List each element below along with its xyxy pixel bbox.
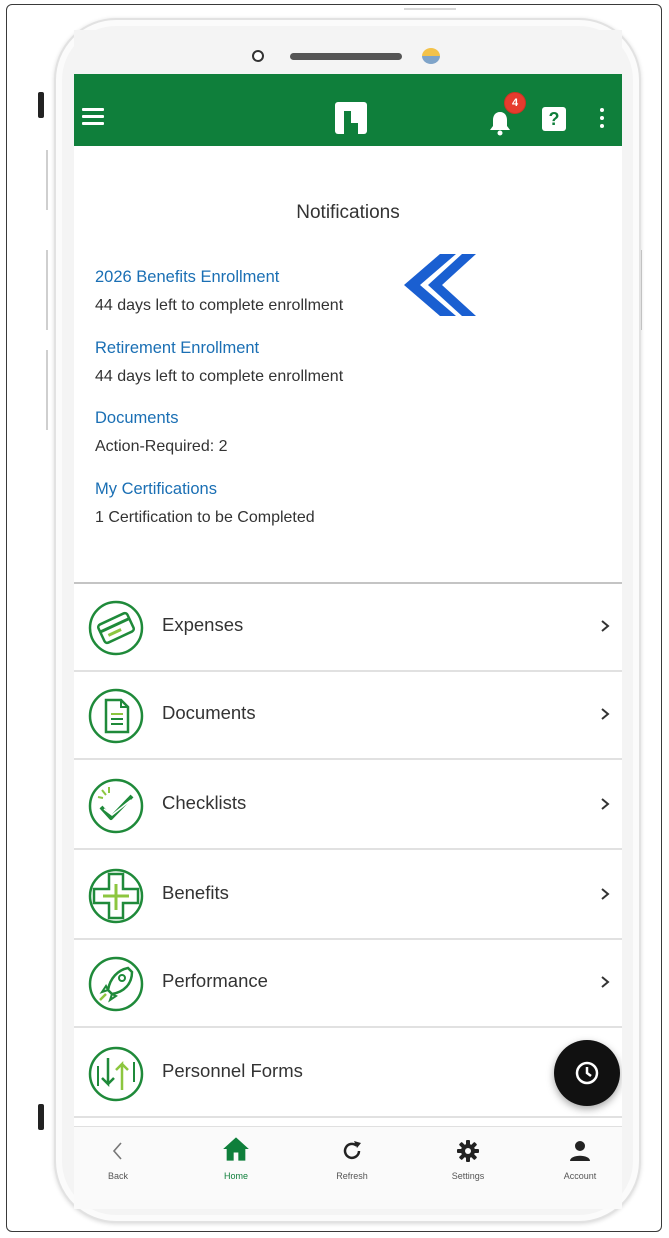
- nav-refresh[interactable]: Refresh: [312, 1127, 392, 1209]
- notification-desc: 44 days left to complete enrollment: [95, 368, 344, 385]
- document-icon: [88, 688, 144, 744]
- more-vert-icon[interactable]: [600, 108, 604, 132]
- credit-card-icon: [88, 600, 144, 656]
- home-icon: [223, 1137, 249, 1161]
- chevron-right-icon: [601, 620, 610, 632]
- app-screen: 4 ? Notifications 2026 Benefits Enrollme…: [74, 74, 622, 1209]
- menu-item-performance[interactable]: Performance: [74, 940, 622, 1028]
- notification-desc: 1 Certification to be Completed: [95, 509, 315, 526]
- menu-item-label: Expenses: [162, 614, 244, 635]
- notification-link[interactable]: Retirement Enrollment: [95, 339, 343, 358]
- nav-label: Settings: [451, 1171, 485, 1181]
- phone-side-button-left-top: [38, 92, 44, 118]
- bottom-nav: Back Home Refresh Settings Account: [74, 1126, 622, 1209]
- refresh-icon: [343, 1141, 361, 1160]
- medical-cross-icon: [88, 868, 144, 924]
- help-icon[interactable]: ?: [542, 107, 566, 131]
- phone-volume-line-2: [46, 250, 48, 330]
- menu-item-personnel-forms[interactable]: Personnel Forms: [74, 1030, 622, 1118]
- chevron-right-icon: [601, 798, 610, 810]
- notification-item: My Certifications 1 Certification to be …: [95, 480, 315, 527]
- nav-label: Refresh: [336, 1171, 368, 1181]
- notification-link[interactable]: My Certifications: [95, 480, 315, 499]
- app-bar: 4 ?: [74, 74, 622, 146]
- top-divider: [404, 8, 456, 10]
- notification-link[interactable]: Documents: [95, 409, 228, 428]
- gear-icon: [457, 1140, 479, 1162]
- notification-item: Documents Action-Required: 2: [95, 409, 228, 456]
- nav-label: Home: [223, 1171, 248, 1181]
- nav-label: Account: [563, 1171, 597, 1181]
- back-chevron-icon: [112, 1142, 122, 1160]
- clock-fab-button[interactable]: [554, 1040, 620, 1106]
- nav-label: Back: [107, 1171, 128, 1181]
- person-icon: [570, 1141, 590, 1161]
- transfer-arrows-icon: [88, 1046, 144, 1102]
- notification-item: 2026 Benefits Enrollment 44 days left to…: [95, 268, 343, 315]
- checklist-icon: [88, 778, 144, 834]
- rocket-icon: [88, 956, 144, 1012]
- double-chevron-pointer-icon: [404, 254, 476, 316]
- phone-volume-line-3: [46, 350, 48, 430]
- nav-home[interactable]: Home: [196, 1127, 276, 1209]
- menu-item-label: Personnel Forms: [162, 1060, 303, 1081]
- chevron-right-icon: [601, 976, 610, 988]
- notification-desc: Action-Required: 2: [95, 438, 228, 455]
- menu-icon[interactable]: [82, 108, 104, 129]
- nav-account[interactable]: Account: [540, 1127, 620, 1209]
- menu-item-label: Documents: [162, 702, 256, 723]
- phone-volume-line: [46, 150, 48, 210]
- logo-icon[interactable]: [335, 102, 367, 134]
- notification-desc: 44 days left to complete enrollment: [95, 297, 344, 314]
- chevron-right-icon: [601, 888, 610, 900]
- nav-back[interactable]: Back: [78, 1127, 158, 1209]
- notification-item: Retirement Enrollment 44 days left to co…: [95, 339, 343, 386]
- nav-settings[interactable]: Settings: [428, 1127, 508, 1209]
- notifications-title: Notifications: [296, 202, 400, 223]
- proximity-sensor: [422, 48, 440, 64]
- earpiece-speaker: [290, 53, 402, 60]
- notification-link[interactable]: 2026 Benefits Enrollment: [95, 268, 343, 287]
- menu-item-label: Performance: [162, 970, 268, 991]
- menu-item-checklists[interactable]: Checklists: [74, 762, 622, 850]
- menu-item-documents[interactable]: Documents: [74, 672, 622, 760]
- front-camera: [252, 50, 264, 62]
- menu-item-expenses[interactable]: Expenses: [74, 584, 622, 672]
- chevron-right-icon: [601, 708, 610, 720]
- menu-item-label: Checklists: [162, 792, 247, 813]
- menu-item-label: Benefits: [162, 882, 229, 903]
- clock-icon: [575, 1061, 599, 1085]
- menu-item-benefits[interactable]: Benefits: [74, 852, 622, 940]
- phone-notch-area: [74, 30, 622, 74]
- notification-badge: 4: [504, 92, 526, 114]
- phone-side-button-left-bottom: [38, 1104, 44, 1130]
- bell-icon[interactable]: [488, 110, 512, 136]
